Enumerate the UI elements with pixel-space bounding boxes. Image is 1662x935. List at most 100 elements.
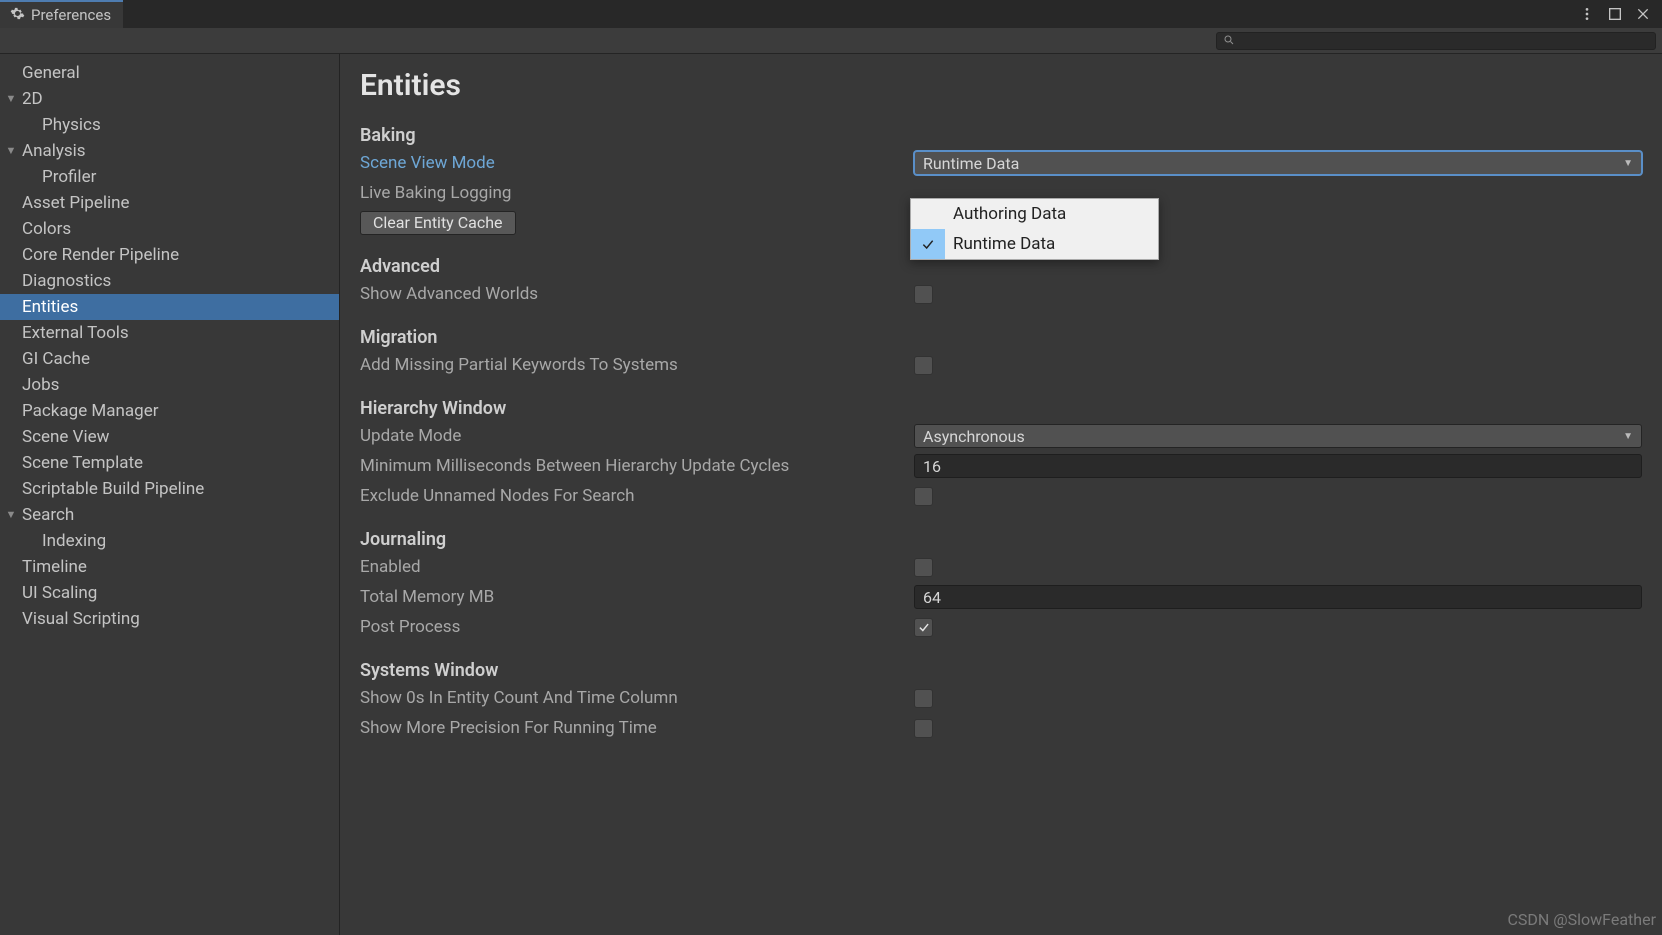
sidebar-item-external-tools[interactable]: External Tools <box>0 320 339 346</box>
search-input[interactable] <box>1216 32 1656 50</box>
section-header-journaling: Journaling <box>360 529 1642 550</box>
sidebar-item-ui-scaling[interactable]: UI Scaling <box>0 580 339 606</box>
show-advanced-worlds-checkbox[interactable] <box>914 285 933 304</box>
min-ms-label: Minimum Milliseconds Between Hierarchy U… <box>360 454 914 478</box>
titlebar: Preferences <box>0 0 1662 28</box>
scene-view-mode-value: Runtime Data <box>923 154 1019 173</box>
foldout-arrow-icon: ▼ <box>0 139 22 163</box>
chevron-down-icon: ▼ <box>1623 158 1633 169</box>
kebab-menu-icon[interactable] <box>1578 5 1596 23</box>
scene-view-mode-popup[interactable]: Authoring Data Runtime Data <box>910 198 1159 260</box>
sidebar-item-label: Physics <box>22 113 101 137</box>
show-precision-checkbox[interactable] <box>914 719 933 738</box>
sidebar-item-analysis[interactable]: ▼Analysis <box>0 138 339 164</box>
sidebar-item-label: Colors <box>22 217 71 241</box>
gear-icon <box>10 6 25 25</box>
sidebar-item-asset-pipeline[interactable]: Asset Pipeline <box>0 190 339 216</box>
content-pane: Entities Baking Scene View Mode Runtime … <box>340 54 1662 935</box>
section-header-hierarchy: Hierarchy Window <box>360 398 1642 419</box>
show-0s-checkbox[interactable] <box>914 689 933 708</box>
post-process-label: Post Process <box>360 615 914 639</box>
sidebar-item-label: External Tools <box>22 321 129 345</box>
sidebar-item-colors[interactable]: Colors <box>0 216 339 242</box>
min-ms-value: 16 <box>923 457 941 476</box>
sidebar-item-search[interactable]: ▼Search <box>0 502 339 528</box>
scene-view-mode-label: Scene View Mode <box>360 151 914 175</box>
update-mode-label: Update Mode <box>360 424 914 448</box>
sidebar-item-scene-view[interactable]: Scene View <box>0 424 339 450</box>
sidebar-item-label: Entities <box>22 295 78 319</box>
section-header-migration: Migration <box>360 327 1642 348</box>
sidebar-item-label: Search <box>22 503 74 527</box>
sidebar-item-label: UI Scaling <box>22 581 97 605</box>
check-icon <box>911 229 945 259</box>
show-precision-label: Show More Precision For Running Time <box>360 716 914 740</box>
search-icon <box>1223 31 1235 51</box>
maximize-icon[interactable] <box>1606 5 1624 23</box>
section-header-systems: Systems Window <box>360 660 1642 681</box>
sidebar-item-label: Jobs <box>22 373 59 397</box>
add-missing-partial-label: Add Missing Partial Keywords To Systems <box>360 353 914 377</box>
dropdown-option-runtime-data[interactable]: Runtime Data <box>911 229 1158 259</box>
sidebar-item-indexing[interactable]: Indexing <box>0 528 339 554</box>
preferences-tab[interactable]: Preferences <box>0 0 123 28</box>
foldout-arrow-icon: ▼ <box>0 503 22 527</box>
sidebar-item-label: Scene View <box>22 425 109 449</box>
toolbar <box>0 28 1662 54</box>
check-icon <box>911 199 945 229</box>
sidebar-item-jobs[interactable]: Jobs <box>0 372 339 398</box>
update-mode-value: Asynchronous <box>923 427 1025 446</box>
sidebar-item-label: Profiler <box>22 165 96 189</box>
sidebar-item-diagnostics[interactable]: Diagnostics <box>0 268 339 294</box>
sidebar-item-label: Timeline <box>22 555 87 579</box>
total-memory-label: Total Memory MB <box>360 585 914 609</box>
page-title: Entities <box>360 68 1642 103</box>
close-icon[interactable] <box>1634 5 1652 23</box>
dropdown-option-label: Authoring Data <box>945 204 1066 224</box>
sidebar-item-core-render-pipeline[interactable]: Core Render Pipeline <box>0 242 339 268</box>
clear-entity-cache-button[interactable]: Clear Entity Cache <box>360 211 516 235</box>
sidebar-item-general[interactable]: General <box>0 60 339 86</box>
sidebar-item-scene-template[interactable]: Scene Template <box>0 450 339 476</box>
sidebar-item-entities[interactable]: Entities <box>0 294 339 320</box>
sidebar-item-label: Scriptable Build Pipeline <box>22 477 204 501</box>
window-controls <box>1568 0 1662 28</box>
total-memory-input[interactable]: 64 <box>914 585 1642 609</box>
sidebar-item-label: General <box>22 61 80 85</box>
post-process-checkbox[interactable] <box>914 618 933 637</box>
sidebar-item-package-manager[interactable]: Package Manager <box>0 398 339 424</box>
foldout-arrow-icon: ▼ <box>0 87 22 111</box>
tab-title: Preferences <box>31 6 111 24</box>
journaling-enabled-checkbox[interactable] <box>914 558 933 577</box>
sidebar-item-label: Core Render Pipeline <box>22 243 179 267</box>
sidebar-item-scriptable-build-pipeline[interactable]: Scriptable Build Pipeline <box>0 476 339 502</box>
sidebar-item-timeline[interactable]: Timeline <box>0 554 339 580</box>
sidebar-item-label: 2D <box>22 87 43 111</box>
sidebar-item-physics[interactable]: Physics <box>0 112 339 138</box>
sidebar-item-label: Diagnostics <box>22 269 111 293</box>
sidebar: General▼2DPhysics▼AnalysisProfilerAsset … <box>0 54 340 935</box>
sidebar-item-label: GI Cache <box>22 347 90 371</box>
section-header-baking: Baking <box>360 125 1642 146</box>
sidebar-item-label: Scene Template <box>22 451 143 475</box>
exclude-unnamed-label: Exclude Unnamed Nodes For Search <box>360 484 914 508</box>
sidebar-item-label: Asset Pipeline <box>22 191 130 215</box>
add-missing-partial-checkbox[interactable] <box>914 356 933 375</box>
sidebar-item-profiler[interactable]: Profiler <box>0 164 339 190</box>
sidebar-item-visual-scripting[interactable]: Visual Scripting <box>0 606 339 632</box>
sidebar-item-label: Indexing <box>22 529 106 553</box>
sidebar-item-label: Package Manager <box>22 399 158 423</box>
dropdown-option-label: Runtime Data <box>945 234 1055 254</box>
scene-view-mode-dropdown[interactable]: Runtime Data ▼ <box>914 151 1642 175</box>
live-baking-logging-label: Live Baking Logging <box>360 181 914 205</box>
total-memory-value: 64 <box>923 588 941 607</box>
show-0s-label: Show 0s In Entity Count And Time Column <box>360 686 914 710</box>
watermark: CSDN @SlowFeather <box>1507 910 1656 929</box>
update-mode-dropdown[interactable]: Asynchronous ▼ <box>914 424 1642 448</box>
sidebar-item-gi-cache[interactable]: GI Cache <box>0 346 339 372</box>
sidebar-item-2d[interactable]: ▼2D <box>0 86 339 112</box>
dropdown-option-authoring-data[interactable]: Authoring Data <box>911 199 1158 229</box>
chevron-down-icon: ▼ <box>1623 431 1633 442</box>
min-ms-input[interactable]: 16 <box>914 454 1642 478</box>
exclude-unnamed-checkbox[interactable] <box>914 487 933 506</box>
